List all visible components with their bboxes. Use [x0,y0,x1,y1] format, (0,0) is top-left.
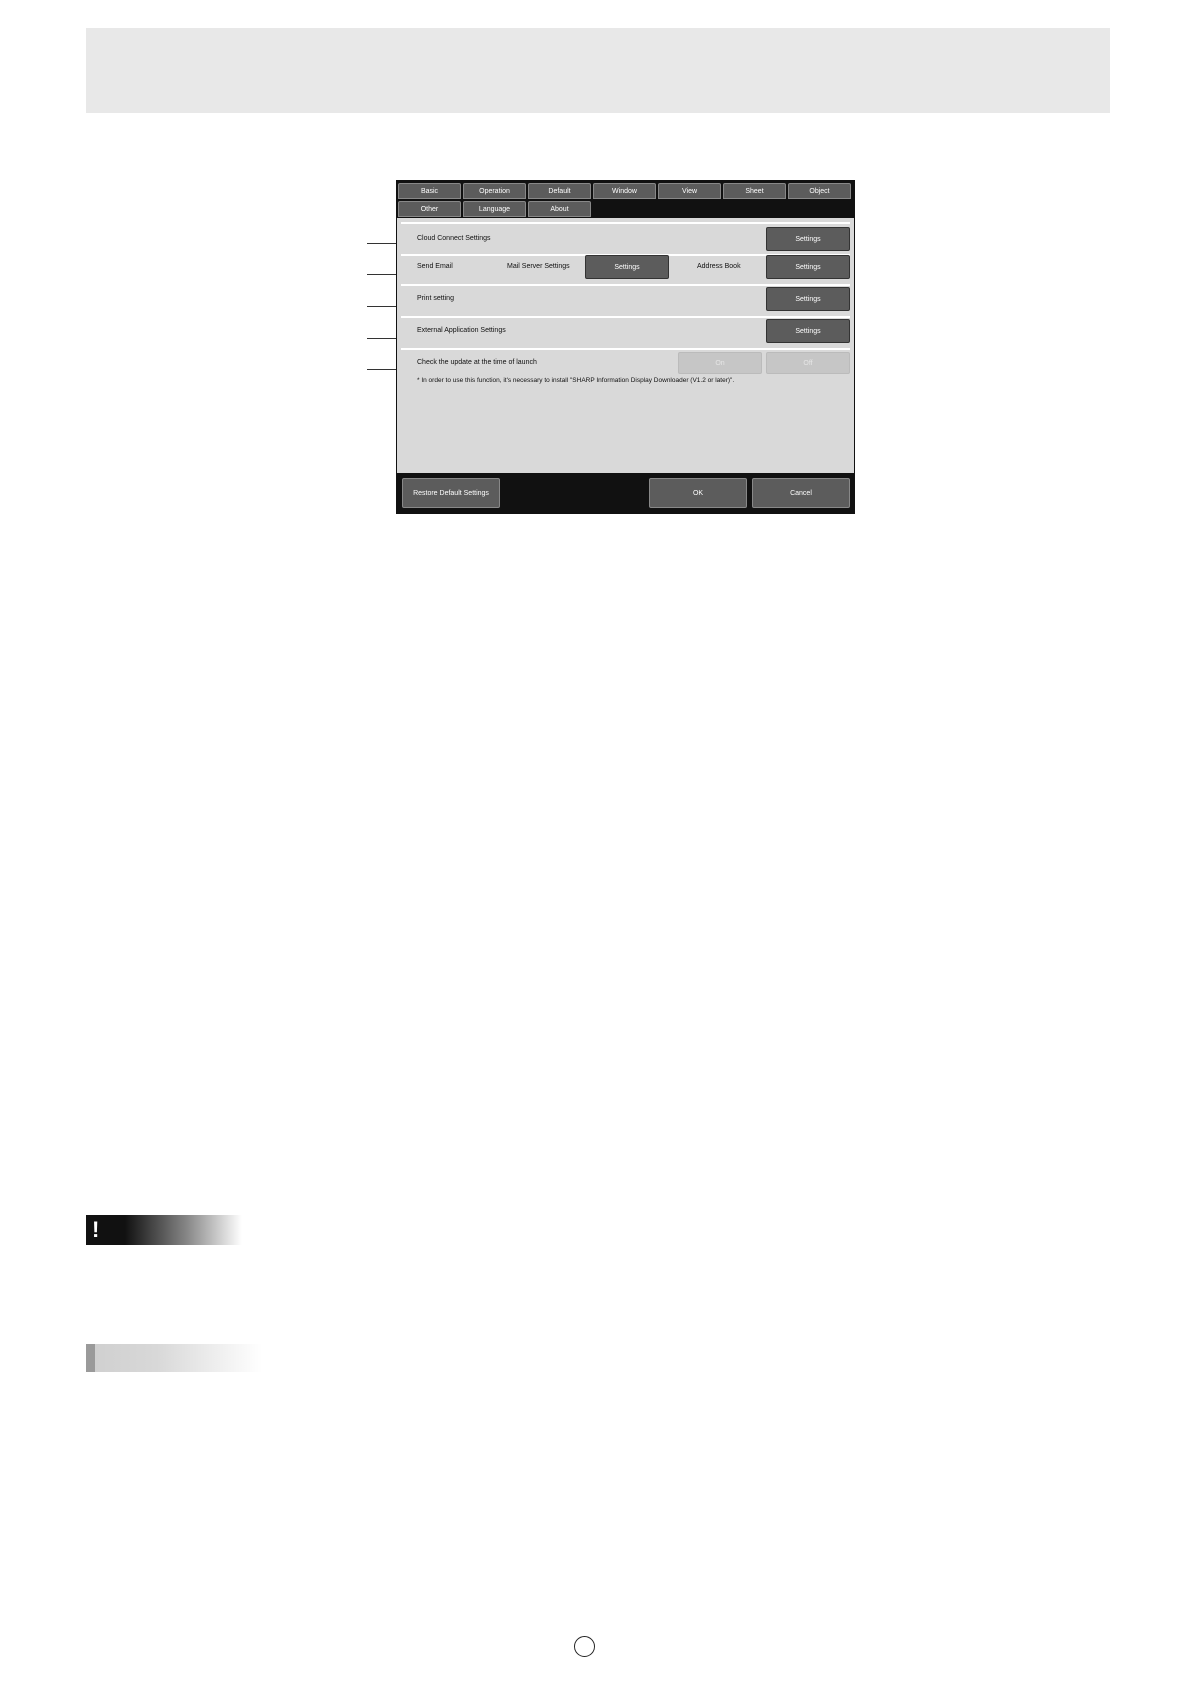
callout-line-4 [367,338,397,339]
callout-line-2 [367,274,397,275]
row-print-setting: Print setting Settings [401,286,850,318]
print-setting-label: Print setting [417,295,454,302]
settings-content: Cloud Connect Settings Settings Send Ema… [397,218,854,473]
tab-sheet[interactable]: Sheet [723,183,786,199]
tab-bar: Basic Operation Default Window View Shee… [397,181,854,218]
tab-view[interactable]: View [658,183,721,199]
mail-server-settings-button[interactable]: Settings [585,255,669,279]
update-on-button[interactable]: On [678,352,762,374]
callout-line-3 [367,306,397,307]
callout-line-5 [367,369,397,370]
tab-operation[interactable]: Operation [463,183,526,199]
send-email-label: Send Email [417,263,453,270]
cloud-connect-label: Cloud Connect Settings [417,235,491,242]
caution-icon: ! [92,1217,100,1242]
tab-object[interactable]: Object [788,183,851,199]
row-external-application: External Application Settings Settings [401,318,850,350]
settings-dialog: Basic Operation Default Window View Shee… [396,180,855,514]
row-check-update: Check the update at the time of launch O… [401,350,850,380]
row-send-email: Send Email Mail Server Settings Settings… [401,254,850,286]
tips-edge-marker [86,1344,95,1372]
row-cloud-connect: Cloud Connect Settings Settings [401,222,850,256]
tips-heading-bar [86,1344,262,1372]
address-book-label: Address Book [697,263,741,270]
update-off-button[interactable]: Off [766,352,850,374]
callout-line-1 [367,243,397,244]
page-marker-circle [574,1636,595,1657]
caution-heading-bar: ! [86,1215,242,1245]
print-settings-button[interactable]: Settings [766,287,850,311]
restore-default-settings-button[interactable]: Restore Default Settings [402,478,500,508]
tab-other[interactable]: Other [398,201,461,217]
cancel-button[interactable]: Cancel [752,478,850,508]
tab-basic[interactable]: Basic [398,183,461,199]
tab-language[interactable]: Language [463,201,526,217]
mail-server-settings-label: Mail Server Settings [507,263,570,270]
ok-button[interactable]: OK [649,478,747,508]
address-book-settings-button[interactable]: Settings [766,255,850,279]
external-application-settings-button[interactable]: Settings [766,319,850,343]
header-band [86,28,1110,113]
tab-about[interactable]: About [528,201,591,217]
tab-default[interactable]: Default [528,183,591,199]
install-note: * In order to use this function, it's ne… [417,377,735,384]
dialog-footer: Restore Default Settings OK Cancel [397,473,854,513]
cloud-connect-settings-button[interactable]: Settings [766,227,850,251]
tab-window[interactable]: Window [593,183,656,199]
external-application-label: External Application Settings [417,327,506,334]
check-update-label: Check the update at the time of launch [417,359,537,366]
